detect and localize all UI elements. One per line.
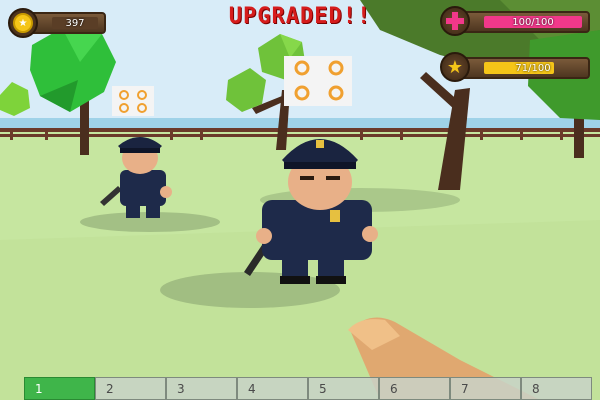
hotbar-slot-3[interactable]: 3 bbox=[166, 377, 237, 400]
xp-bar: 71/100 bbox=[458, 57, 590, 79]
hotbar-slot-label: 7 bbox=[461, 381, 469, 396]
hotbar-slot-label: 5 bbox=[319, 381, 327, 396]
hotbar-slot-7[interactable]: 7 bbox=[450, 377, 521, 400]
xp-text: 71/100 bbox=[515, 62, 551, 74]
target-board-left bbox=[112, 86, 154, 116]
hotbar-slot-label: 8 bbox=[532, 381, 540, 396]
hotbar-slot-6[interactable]: 6 bbox=[379, 377, 450, 400]
target-board-center bbox=[284, 56, 352, 106]
hotbar-slot-4[interactable]: 4 bbox=[237, 377, 308, 400]
hotbar-slot-label: 2 bbox=[106, 381, 114, 396]
hotbar-slot-8[interactable]: 8 bbox=[521, 377, 592, 400]
hotbar-slot-label: 1 bbox=[35, 381, 43, 396]
hotbar-slot-label: 6 bbox=[390, 381, 398, 396]
upgrade-banner: UPGRADED!! bbox=[228, 4, 372, 29]
hotbar: 1 2 3 4 5 6 7 8 bbox=[24, 377, 592, 400]
hotbar-slot-2[interactable]: 2 bbox=[95, 377, 166, 400]
hotbar-slot-label: 4 bbox=[248, 381, 256, 396]
hotbar-slot-1[interactable]: 1 bbox=[24, 377, 95, 400]
star-icon: ★ bbox=[440, 52, 470, 82]
hotbar-slot-5[interactable]: 5 bbox=[308, 377, 379, 400]
hotbar-slot-label: 3 bbox=[177, 381, 185, 396]
